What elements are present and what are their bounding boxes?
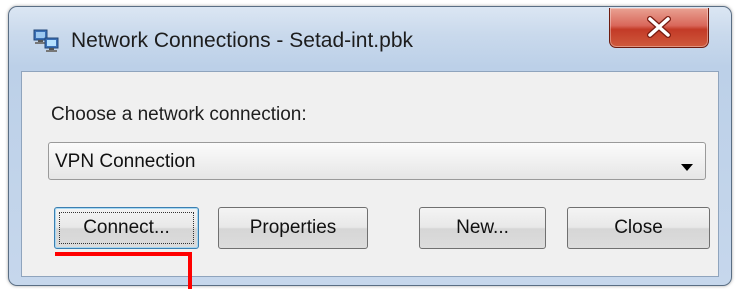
annotation-line-vertical bbox=[188, 252, 192, 289]
close-button[interactable]: Close bbox=[567, 207, 710, 249]
connect-button[interactable]: Connect... bbox=[54, 207, 199, 249]
network-connections-icon bbox=[33, 29, 59, 53]
title-bar[interactable]: Network Connections - Setad-int.pbk bbox=[9, 7, 731, 71]
properties-button-label: Properties bbox=[249, 217, 337, 238]
properties-button[interactable]: Properties bbox=[218, 207, 368, 249]
window-close-button[interactable] bbox=[609, 8, 709, 48]
dialog-window: Network Connections - Setad-int.pbk Choo… bbox=[8, 6, 732, 286]
choose-connection-label: Choose a network connection: bbox=[51, 104, 307, 125]
dialog-content: Choose a network connection: VPN Connect… bbox=[21, 71, 719, 277]
chevron-down-icon bbox=[681, 158, 693, 176]
new-button-label: New... bbox=[456, 217, 509, 238]
new-button[interactable]: New... bbox=[419, 207, 546, 249]
focus-rectangle bbox=[59, 212, 194, 244]
close-button-label: Close bbox=[614, 217, 663, 238]
annotation-line-horizontal bbox=[55, 252, 191, 256]
connection-dropdown[interactable]: VPN Connection bbox=[48, 142, 706, 180]
selected-connection-value: VPN Connection bbox=[55, 151, 196, 172]
window-title: Network Connections - Setad-int.pbk bbox=[71, 29, 413, 52]
